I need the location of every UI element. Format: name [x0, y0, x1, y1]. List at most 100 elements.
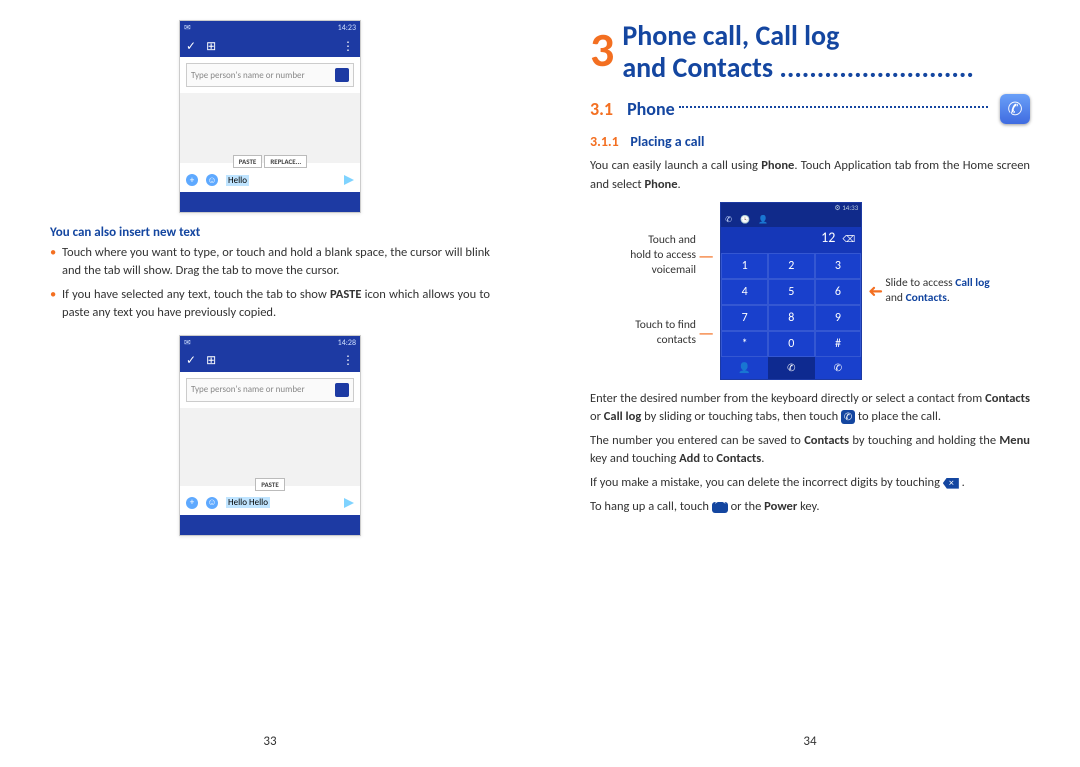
contact-picker-icon: [335, 68, 349, 82]
arrow-icon: ➜: [868, 282, 883, 300]
manual-spread: ✉ 14:23 ✓ ⊞ ⋮ Type person's name or numb…: [0, 0, 1080, 767]
page-number-right: 34: [803, 734, 816, 749]
p5b: or the: [728, 499, 764, 514]
check-icon: ✓: [186, 39, 196, 54]
p3d: Menu: [999, 433, 1030, 448]
p1e: .: [678, 177, 681, 192]
ar-c: and: [885, 291, 905, 305]
phone-app-bar-2: ✓ ⊞ ⋮: [180, 350, 360, 372]
dialer-screenshot: ⚙ 14:33 ✆ 🕓 👤 12 ⌫ 123 456 789 *0#: [720, 202, 862, 380]
p3f: Add: [679, 451, 700, 466]
ar-b: Call log: [955, 276, 989, 290]
msg-input-row: + ☺ Hello: [186, 174, 354, 186]
dialer-backspace-icon: ⌫: [843, 234, 856, 245]
end-call-icon: [712, 502, 728, 513]
emoji-icon: ☺: [206, 174, 218, 186]
section-title: Phone: [627, 98, 675, 120]
phone-app-icon: ✆: [1000, 94, 1030, 124]
bullet-2: If you have selected any text, touch the…: [50, 286, 490, 322]
p1d: Phone: [644, 177, 677, 192]
p5c: Power: [764, 499, 797, 514]
dialer-figure: Touch andhold to accessvoicemail — Touch…: [590, 202, 1030, 380]
recipient-input: Type person's name or number: [186, 63, 354, 87]
key-3: 3: [815, 253, 862, 279]
key-star: *: [721, 331, 768, 357]
paste-replace-popup: PASTE REPLACE...: [180, 155, 360, 168]
paste-button-2: PASTE: [255, 478, 285, 491]
overflow-icon: ⋮: [342, 39, 354, 54]
key-2: 2: [768, 253, 815, 279]
p3c: by touching and holding the: [849, 433, 999, 448]
text-entered: Hello Hello: [226, 497, 270, 508]
subsection-3-1-1: 3.1.1 Placing a call: [590, 132, 1030, 151]
p2d: Call log: [604, 409, 641, 424]
contacts-tab-icon: 👤: [758, 215, 768, 225]
msg-input-row-2: + ☺ Hello Hello: [186, 497, 354, 509]
msg-body-2: [180, 408, 360, 486]
bullet-1: Touch where you want to type, or touch a…: [50, 244, 490, 280]
dialer-display: 12 ⌫: [721, 227, 861, 253]
add-icon-2: +: [186, 497, 198, 509]
msg-body: [180, 93, 360, 163]
subsection-title: Placing a call: [630, 133, 704, 150]
p2f: to place the call.: [855, 409, 941, 424]
recipient-placeholder: Type person's name or number: [191, 70, 305, 81]
key-5: 5: [768, 279, 815, 305]
compose-icon-2: ⊞: [206, 353, 216, 368]
p3b: Contacts: [804, 433, 849, 448]
contact-picker-icon-2: [335, 383, 349, 397]
send-icon-2: [344, 498, 354, 508]
para-launch-call: You can easily launch a call using Phone…: [590, 157, 1030, 193]
compose-icon: ⊞: [206, 39, 216, 54]
phone-status-bar: ✉ 14:23: [180, 21, 360, 35]
section-number: 3.1: [590, 98, 613, 120]
msg-screenshot-1: ✉ 14:23 ✓ ⊞ ⋮ Type person's name or numb…: [179, 20, 361, 213]
chapter-title-line2: and Contacts: [622, 50, 773, 85]
recipient-placeholder-2: Type person's name or number: [191, 384, 305, 395]
p2b: Contacts: [985, 391, 1030, 406]
ar-d: Contacts: [906, 291, 947, 305]
key-0: 0: [768, 331, 815, 357]
dialer-tabs: ✆ 🕓 👤: [721, 213, 861, 227]
p4: If you make a mistake, you can delete th…: [590, 475, 943, 490]
annot-voicemail: Touch andhold to accessvoicemail: [630, 233, 696, 278]
p2a: Enter the desired number from the keyboa…: [590, 391, 985, 406]
insert-text-heading: You can also insert new text: [50, 225, 490, 240]
key-9: 9: [815, 305, 862, 331]
selected-text: Hello: [226, 175, 249, 186]
key-1: 1: [721, 253, 768, 279]
subsection-number: 3.1.1: [590, 133, 619, 150]
recipient-input-2: Type person's name or number: [186, 378, 354, 402]
para-mistake: If you make a mistake, you can delete th…: [590, 474, 1030, 492]
para-enter-number: Enter the desired number from the keyboa…: [590, 390, 1030, 426]
page-33: ✉ 14:23 ✓ ⊞ ⋮ Type person's name or numb…: [0, 0, 540, 767]
para-hangup: To hang up a call, touch or the Power ke…: [590, 498, 1030, 516]
p3i: .: [761, 451, 764, 466]
chapter-number: 3: [590, 20, 614, 79]
chapter-title-line1: Phone call, Call log: [622, 18, 839, 53]
p5a: To hang up a call, touch: [590, 499, 712, 514]
p5d: key.: [797, 499, 819, 514]
replace-button: REPLACE...: [264, 155, 307, 168]
dialer-bottom-row: 👤 ✆ ✆: [721, 357, 861, 379]
status-left-icons: ✉: [184, 23, 191, 33]
p3h: Contacts: [716, 451, 761, 466]
check-icon-2: ✓: [186, 353, 196, 368]
key-hash: #: [815, 331, 862, 357]
section-dots: [679, 106, 988, 108]
phone-status-bar-2: ✉ 14:28: [180, 336, 360, 350]
page-34: 3 Phone call, Call log and Contacts ....…: [540, 0, 1080, 767]
chapter-dots: ..........................: [779, 50, 973, 85]
paste-popup-2: PASTE: [180, 478, 360, 491]
arrow-icon: —: [698, 247, 714, 265]
chapter-header: 3 Phone call, Call log and Contacts ....…: [590, 20, 1030, 84]
key-6: 6: [815, 279, 862, 305]
p3g: to: [700, 451, 716, 466]
insert-text-bullets: Touch where you want to type, or touch a…: [50, 244, 490, 323]
status-time-2: 14:28: [338, 338, 356, 348]
key-7: 7: [721, 305, 768, 331]
dialer-keypad: 123 456 789 *0#: [721, 253, 861, 357]
emoji-icon-2: ☺: [206, 497, 218, 509]
p1a: You can easily launch a call using: [590, 158, 761, 173]
phone-bottom-bar: [180, 192, 360, 212]
